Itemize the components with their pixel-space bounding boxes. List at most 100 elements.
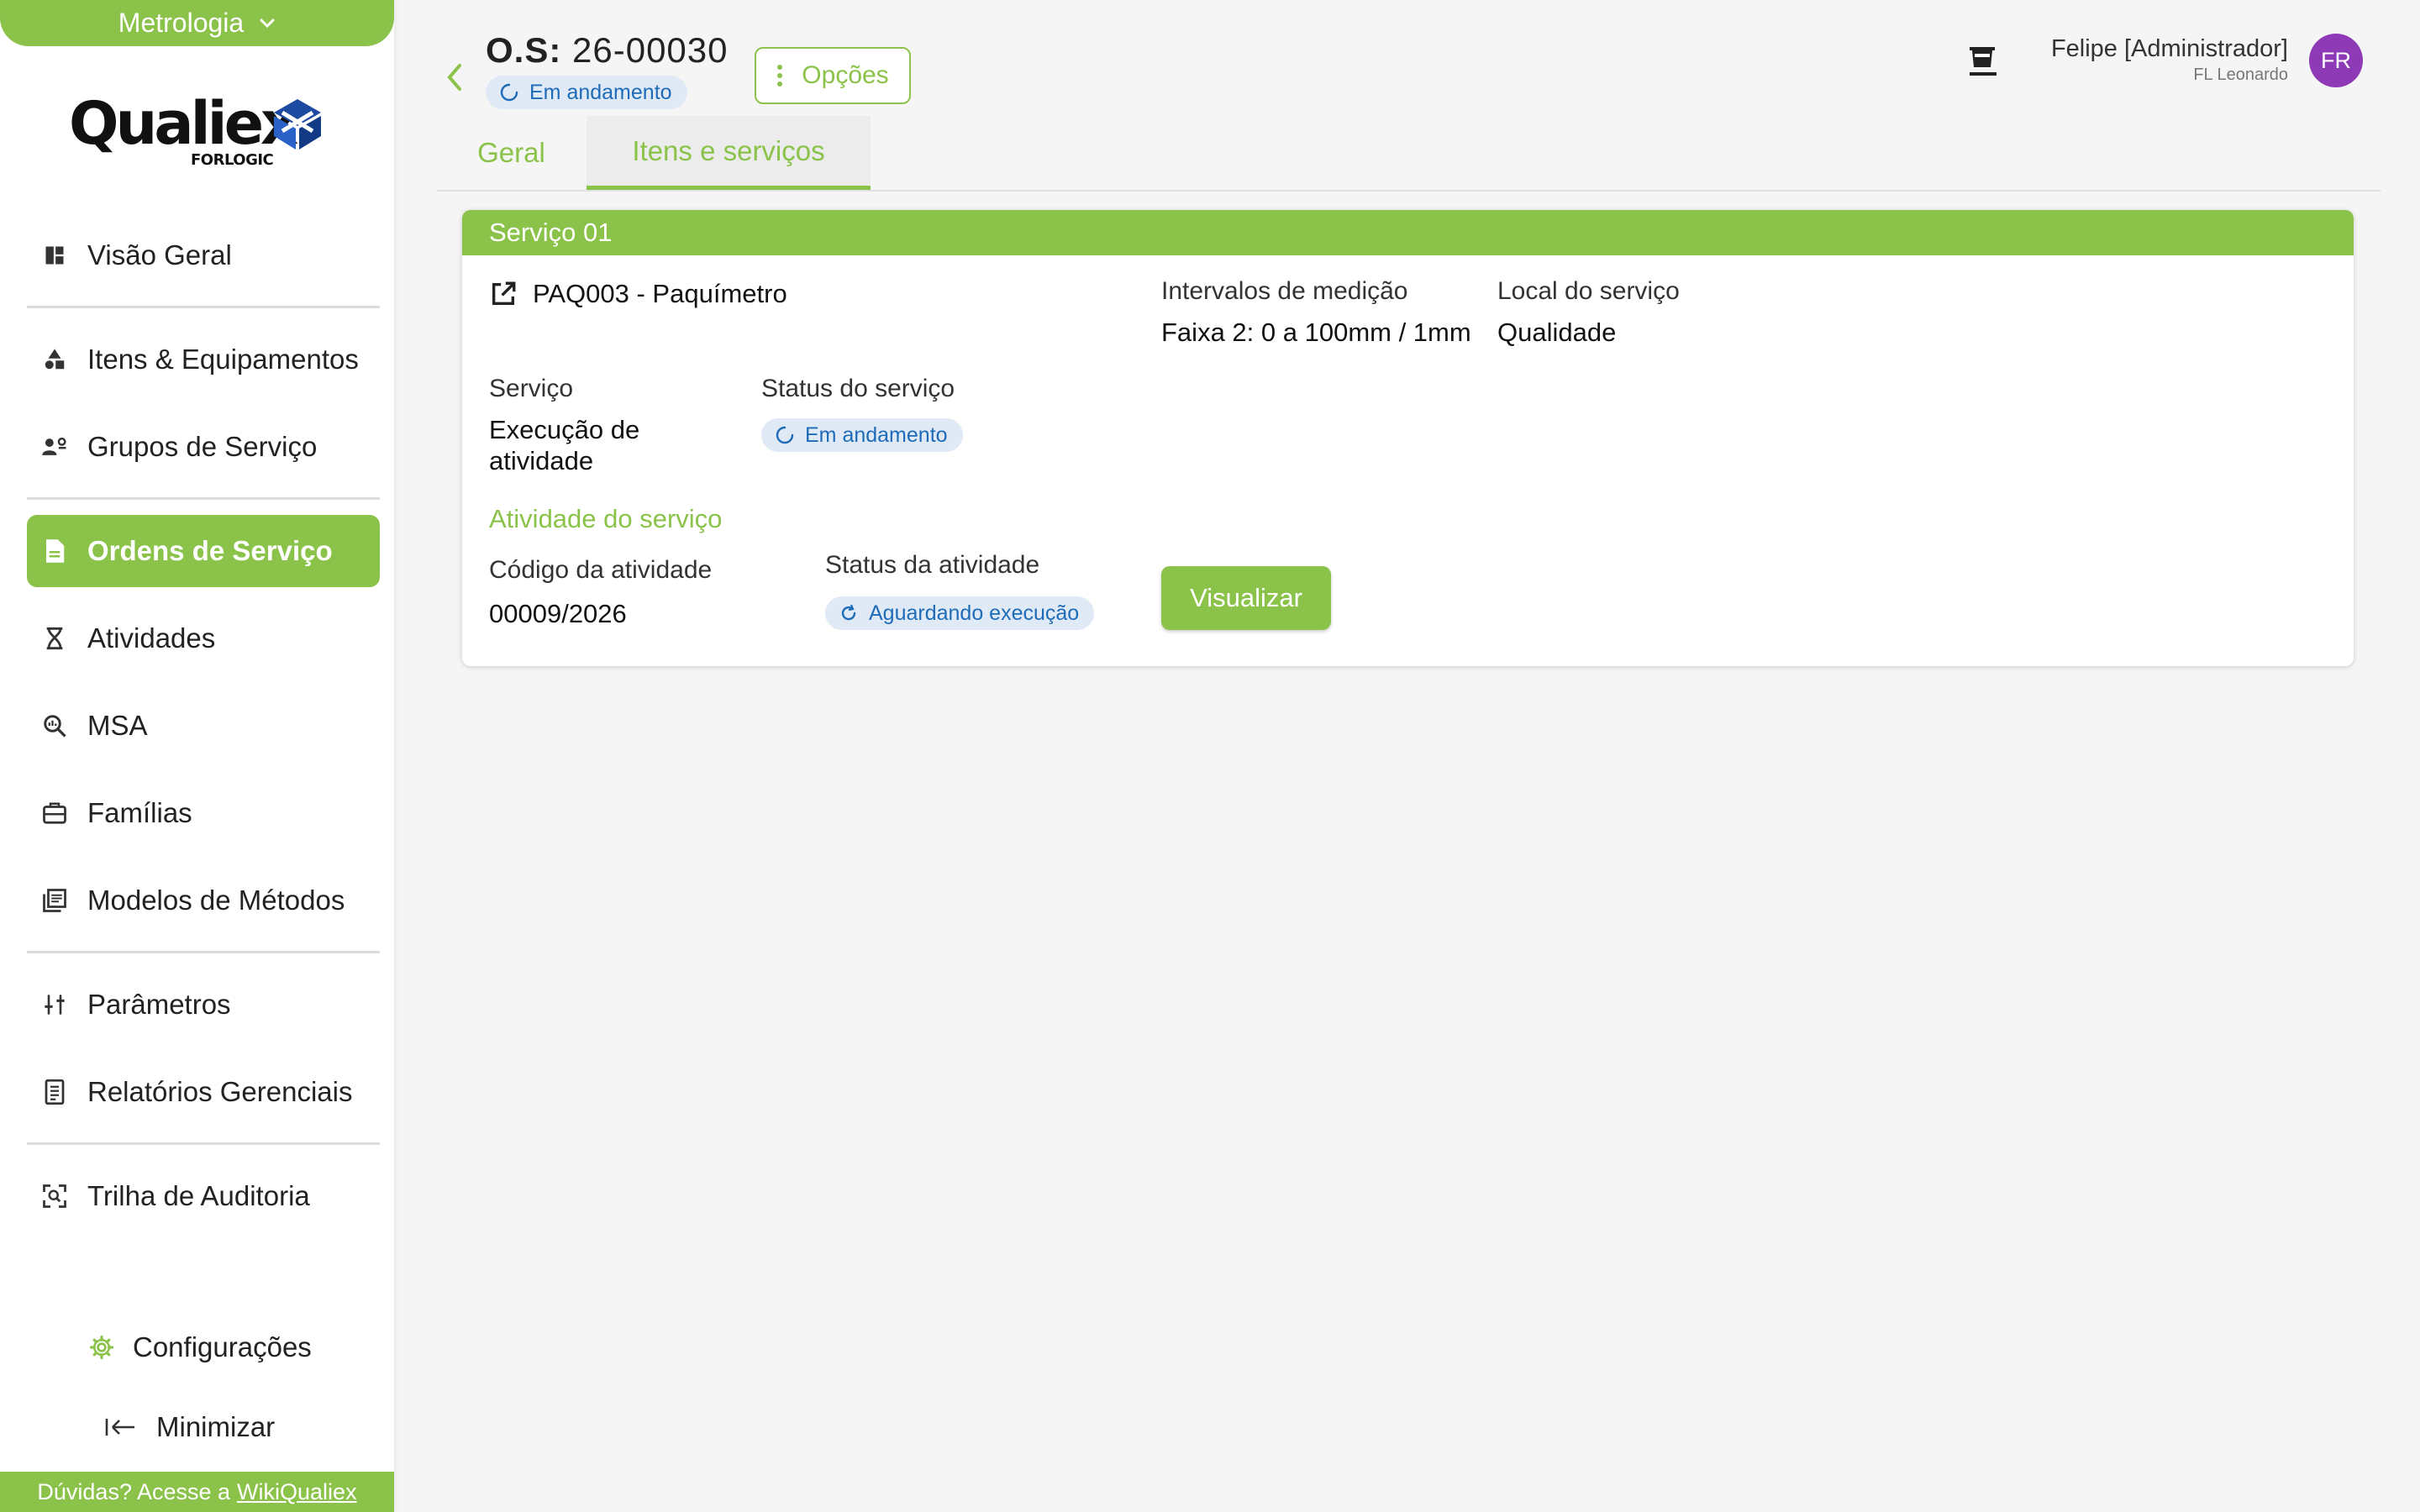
avatar[interactable]: FR	[2309, 34, 2363, 87]
module-label: Metrologia	[118, 8, 245, 38]
sidebar-item-grupos-servico[interactable]: Grupos de Serviço	[27, 411, 380, 483]
settings-button[interactable]: Configurações	[89, 1331, 312, 1363]
os-status-badge: Em andamento	[486, 76, 687, 109]
sidebar-item-itens-equipamentos[interactable]: Itens & Equipamentos	[27, 323, 380, 396]
sidebar-item-relatorios-gerenciais[interactable]: Relatórios Gerenciais	[27, 1056, 380, 1128]
service-card: Serviço 01 PAQ003 - Paquímetro Intervalo…	[462, 210, 2354, 666]
view-activity-button[interactable]: Visualizar	[1161, 566, 1331, 630]
minimize-label: Minimizar	[156, 1411, 276, 1442]
more-vertical-icon	[776, 64, 783, 87]
logo-sub: FORLOGIC	[191, 151, 274, 169]
status-text: Aguardando execução	[869, 601, 1080, 625]
sidebar-item-modelos-metodos[interactable]: Modelos de Métodos	[27, 864, 380, 937]
logo-mark-icon	[274, 99, 321, 150]
tab-label: Geral	[477, 137, 545, 168]
intervals-value: Faixa 2: 0 a 100mm / 1mm	[1161, 318, 1471, 347]
service-card-header: Serviço 01	[462, 210, 2354, 255]
os-number: 26-00030	[572, 30, 729, 70]
sidebar-divider	[27, 951, 380, 953]
sidebar-item-label: Itens & Equipamentos	[87, 344, 359, 375]
zoom-analysis-icon	[40, 711, 69, 740]
sidebar-item-ordens-servico[interactable]: Ordens de Serviço	[27, 515, 380, 587]
intervals-label: Intervalos de medição	[1161, 277, 1408, 305]
status-text: Em andamento	[529, 80, 672, 104]
tab-itens-servicos[interactable]: Itens e serviços	[587, 116, 871, 190]
sidebar: Metrologia Qualiex FORLOGIC Visão Geral …	[0, 0, 394, 1512]
avatar-initials: FR	[2321, 47, 2351, 73]
service-status-label: Status do serviço	[761, 375, 955, 402]
sidebar-item-label: Modelos de Métodos	[87, 885, 345, 916]
refresh-icon	[839, 603, 859, 623]
help-bar: Dúvidas? Acesse a WikiQualiex	[0, 1472, 394, 1512]
coffee-icon	[1970, 47, 1996, 76]
activity-section-title: Atividade do serviço	[489, 504, 723, 533]
user-name: Felipe [Administrador]	[2050, 35, 2288, 62]
tabs-divider	[437, 190, 2381, 192]
activity-status-label: Status da atividade	[825, 551, 1040, 579]
wiki-link[interactable]: WikiQualiex	[237, 1479, 357, 1505]
sliders-icon	[40, 990, 69, 1019]
sidebar-item-label: Trilha de Auditoria	[87, 1180, 310, 1211]
view-button-label: Visualizar	[1190, 583, 1302, 612]
sidebar-item-label: Parâmetros	[87, 989, 231, 1020]
sidebar-item-atividades[interactable]: Atividades	[27, 602, 380, 675]
sidebar-item-label: Famílias	[87, 797, 192, 828]
dashboard-icon	[40, 241, 69, 270]
module-selector[interactable]: Metrologia	[0, 0, 394, 46]
activity-status-badge: Aguardando execução	[825, 596, 1095, 630]
sidebar-divider	[27, 497, 380, 500]
minimize-button[interactable]: Minimizar	[104, 1411, 275, 1443]
sidebar-item-trilha-auditoria[interactable]: Trilha de Auditoria	[27, 1160, 380, 1232]
open-external-icon	[489, 280, 518, 308]
toolbox-icon	[40, 799, 69, 827]
service-label: Serviço	[489, 375, 574, 402]
progress-icon	[775, 425, 795, 445]
audit-scan-icon	[40, 1182, 69, 1210]
sidebar-item-label: Visão Geral	[87, 239, 232, 270]
sidebar-item-label: Atividades	[87, 622, 216, 654]
sidebar-item-parametros[interactable]: Parâmetros	[27, 969, 380, 1041]
logo-brand: Qualiex	[69, 89, 298, 158]
service-status-badge: Em andamento	[761, 418, 963, 452]
activity-code-label: Código da atividade	[489, 556, 713, 584]
sidebar-divider	[27, 1142, 380, 1145]
chevron-down-icon	[259, 18, 276, 29]
tab-label: Itens e serviços	[632, 134, 825, 166]
os-prefix: O.S:	[486, 30, 562, 70]
service-value-line1: Execução de	[489, 415, 640, 444]
options-label: Opções	[802, 61, 889, 89]
library-icon	[40, 886, 69, 915]
tab-geral[interactable]: Geral	[437, 116, 586, 190]
shapes-icon	[40, 345, 69, 374]
item-link[interactable]: PAQ003 - Paquímetro	[489, 279, 787, 309]
sidebar-divider	[27, 306, 380, 308]
sidebar-item-msa[interactable]: MSA	[27, 690, 380, 762]
status-text: Em andamento	[805, 423, 948, 447]
sidebar-item-familias[interactable]: Famílias	[27, 777, 380, 849]
back-button[interactable]	[437, 59, 471, 96]
settings-label: Configurações	[133, 1331, 312, 1362]
sidebar-item-visao-geral[interactable]: Visão Geral	[27, 219, 380, 291]
progress-icon	[499, 82, 519, 102]
qualiex-logo: Qualiex FORLOGIC	[69, 91, 329, 171]
document-icon	[40, 537, 69, 565]
item-name: PAQ003 - Paquímetro	[533, 279, 787, 308]
location-value: Qualidade	[1497, 318, 1617, 347]
page-title: O.S: 26-00030	[486, 30, 729, 71]
service-title: Serviço 01	[489, 218, 613, 247]
options-button[interactable]: Opções	[755, 47, 911, 104]
collapse-left-icon	[104, 1416, 138, 1438]
gear-icon	[89, 1335, 114, 1360]
hourglass-icon	[40, 624, 69, 653]
sidebar-item-label: Grupos de Serviço	[87, 431, 318, 462]
help-text: Dúvidas? Acesse a	[37, 1478, 231, 1504]
sidebar-item-label: Ordens de Serviço	[87, 535, 333, 566]
sidebar-item-label: MSA	[87, 710, 148, 741]
chevron-left-icon	[447, 64, 461, 91]
group-settings-icon	[40, 433, 69, 461]
report-icon	[40, 1078, 69, 1106]
coffee-button[interactable]	[1966, 42, 2000, 79]
user-org: FL Leonardo	[2193, 66, 2288, 84]
activity-code-value: 00009/2026	[489, 599, 627, 628]
location-label: Local do serviço	[1497, 277, 1680, 305]
